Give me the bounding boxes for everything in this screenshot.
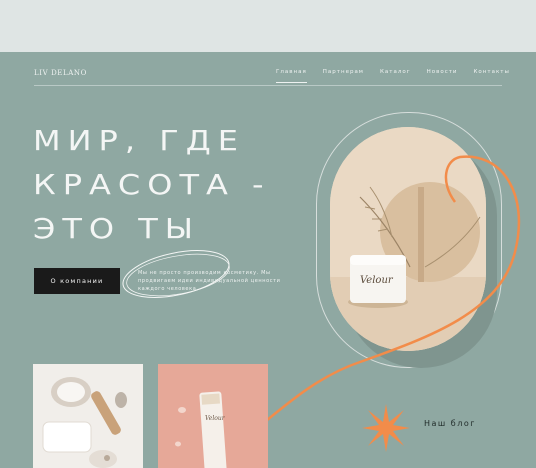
brand-logo[interactable]: LIV DELANO xyxy=(34,69,87,77)
hero-description: Мы не просто производим косметику. Мы пр… xyxy=(138,270,281,292)
cosmetic-jar-photo: Velour xyxy=(330,127,486,351)
nav-item-home[interactable]: Главная xyxy=(276,69,307,83)
nav-item-catalog[interactable]: Каталог xyxy=(380,69,411,83)
main-nav: Главная Партнерам Каталог Новости Контак… xyxy=(276,69,526,83)
blog-thumbnail-spa[interactable] xyxy=(33,364,143,468)
hero-heading: МИР, ГДЕ КРАСОТА - ЭТО ТЫ xyxy=(33,122,271,254)
hero-line-1: МИР, ГДЕ xyxy=(33,124,245,157)
cream-tube-photo: Velour xyxy=(158,364,268,468)
tube-brand-label: Velour xyxy=(205,415,226,422)
orange-star-icon xyxy=(362,404,410,452)
jar-brand-label: Velour xyxy=(360,275,394,286)
hero-product-image: Velour xyxy=(330,127,486,351)
blog-thumbnail-cream[interactable]: Velour xyxy=(158,364,268,468)
hero-line-2: КРАСОТА - xyxy=(33,168,271,201)
landing-page: LIV DELANO Главная Партнерам Каталог Нов… xyxy=(0,52,536,468)
nav-divider xyxy=(34,85,502,86)
nav-item-partners[interactable]: Партнерам xyxy=(323,69,364,83)
nav-item-contacts[interactable]: Контакты xyxy=(474,69,510,83)
about-company-button[interactable]: О компании xyxy=(34,268,120,294)
browser-top-band xyxy=(0,0,536,52)
hero-line-3: ЭТО ТЫ xyxy=(33,212,201,245)
nav-item-news[interactable]: Новости xyxy=(427,69,458,83)
our-blog-label[interactable]: Наш блог xyxy=(424,419,476,428)
spa-flatlay-photo xyxy=(33,364,143,468)
